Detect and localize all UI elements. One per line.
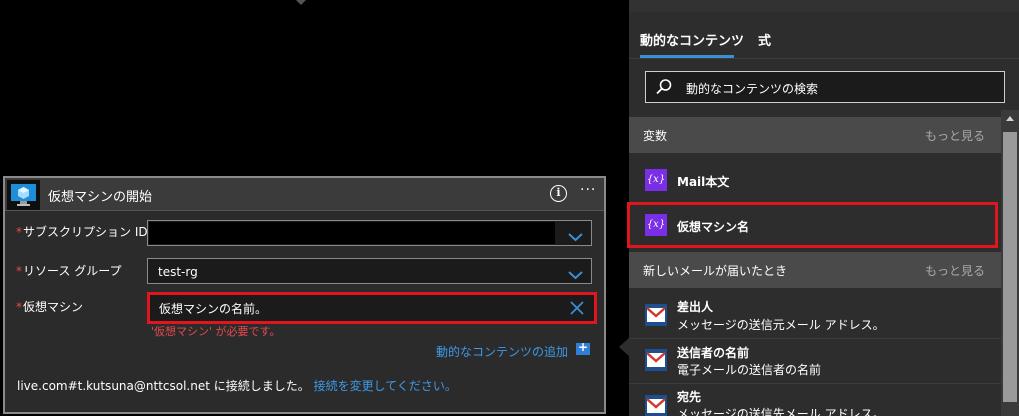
subscription-id-select[interactable] [147, 220, 592, 246]
info-icon[interactable]: i [550, 185, 567, 202]
search-icon [655, 78, 673, 100]
action-card-header[interactable]: 仮想マシンの開始 i ··· [5, 178, 604, 211]
add-dynamic-content-icon[interactable] [576, 340, 590, 355]
item-description: メッセージの送信元メール アドレス。 [677, 318, 885, 332]
section-title: 新しいメールが届いたとき [643, 264, 788, 278]
redacted-value [149, 222, 555, 244]
dynamic-content-search[interactable]: 動的なコンテンツの検索 [645, 71, 1005, 103]
change-connection-link[interactable]: 接続を変更してください。 [314, 379, 457, 393]
dynamic-content-panel: 動的なコンテンツ 式 動的なコンテンツの検索 変数 もっと見る {x} Mail… [627, 0, 1019, 416]
item-description: 電子メールの送信者の名前 [677, 363, 822, 377]
section-header-variables: 変数 もっと見る [629, 117, 1001, 153]
divider [629, 338, 1001, 339]
list-item-mail-body[interactable]: {x} Mail本文 [629, 153, 1001, 201]
list-item-to[interactable]: 宛先 メッセージの送信先メール アドレス。 [629, 384, 1001, 416]
chevron-down-icon[interactable] [568, 265, 583, 284]
action-title: 仮想マシンの開始 [48, 190, 153, 205]
validation-error: '仮想マシン' が必要です。 [151, 325, 281, 338]
see-more-link[interactable]: もっと見る [925, 262, 985, 279]
virtual-machine-label: *仮想マシン [16, 300, 84, 314]
clear-icon[interactable] [570, 300, 584, 319]
connection-info: live.com#t.kutsuna@nttcsol.net に接続しました。 … [17, 379, 457, 393]
scroll-up-arrow-icon[interactable] [1006, 116, 1014, 121]
list-item-from[interactable]: 差出人 メッセージの送信元メール アドレス。 [629, 294, 1001, 338]
item-description: メッセージの送信先メール アドレス。 [677, 407, 885, 416]
item-title: Mail本文 [677, 175, 730, 189]
scrollbar[interactable] [1001, 110, 1019, 416]
section-title: 変数 [643, 129, 668, 143]
action-card-start-vm: 仮想マシンの開始 i ··· *サブスクリプション ID *リソース グループ … [3, 176, 606, 414]
search-placeholder: 動的なコンテンツの検索 [686, 82, 819, 96]
list-item-vm-name[interactable]: {x} 仮想マシン名 [629, 203, 1001, 249]
see-more-link[interactable]: もっと見る [925, 127, 985, 144]
mail-icon [645, 395, 667, 416]
tab-dynamic-content[interactable]: 動的なコンテンツ [640, 30, 744, 49]
mail-icon [645, 349, 667, 371]
divider [629, 58, 1019, 59]
resource-group-value: test-rg [158, 265, 198, 279]
variable-icon: {x} [645, 169, 667, 191]
section-header-new-mail: 新しいメールが届いたとき もっと見る [629, 252, 1001, 288]
panel-top-strip [629, 0, 1019, 12]
scrollbar-thumb[interactable] [1003, 132, 1017, 402]
item-title: 差出人 [677, 300, 714, 314]
list-item-sender-name[interactable]: 送信者の名前 電子メールの送信者の名前 [629, 340, 1001, 382]
virtual-machine-input[interactable]: 仮想マシンの名前。 [150, 295, 594, 321]
virtual-machine-value: 仮想マシンの名前。 [159, 302, 268, 316]
resource-group-label: *リソース グループ [16, 264, 122, 278]
add-dynamic-content-link[interactable]: 動的なコンテンツの追加 [436, 343, 568, 360]
item-title: 宛先 [677, 390, 702, 404]
more-options-icon[interactable]: ··· [580, 182, 596, 198]
mail-icon [645, 304, 667, 326]
virtual-machine-icon [7, 180, 40, 210]
chevron-down-icon[interactable] [568, 227, 583, 246]
item-title: 仮想マシン名 [677, 220, 750, 234]
tab-expression[interactable]: 式 [758, 30, 771, 49]
variable-icon: {x} [645, 214, 667, 236]
subscription-id-label: *サブスクリプション ID [16, 225, 148, 239]
item-title: 送信者の名前 [677, 346, 750, 360]
resource-group-select[interactable]: test-rg [147, 258, 592, 284]
flow-connector-arrow [296, 0, 306, 5]
